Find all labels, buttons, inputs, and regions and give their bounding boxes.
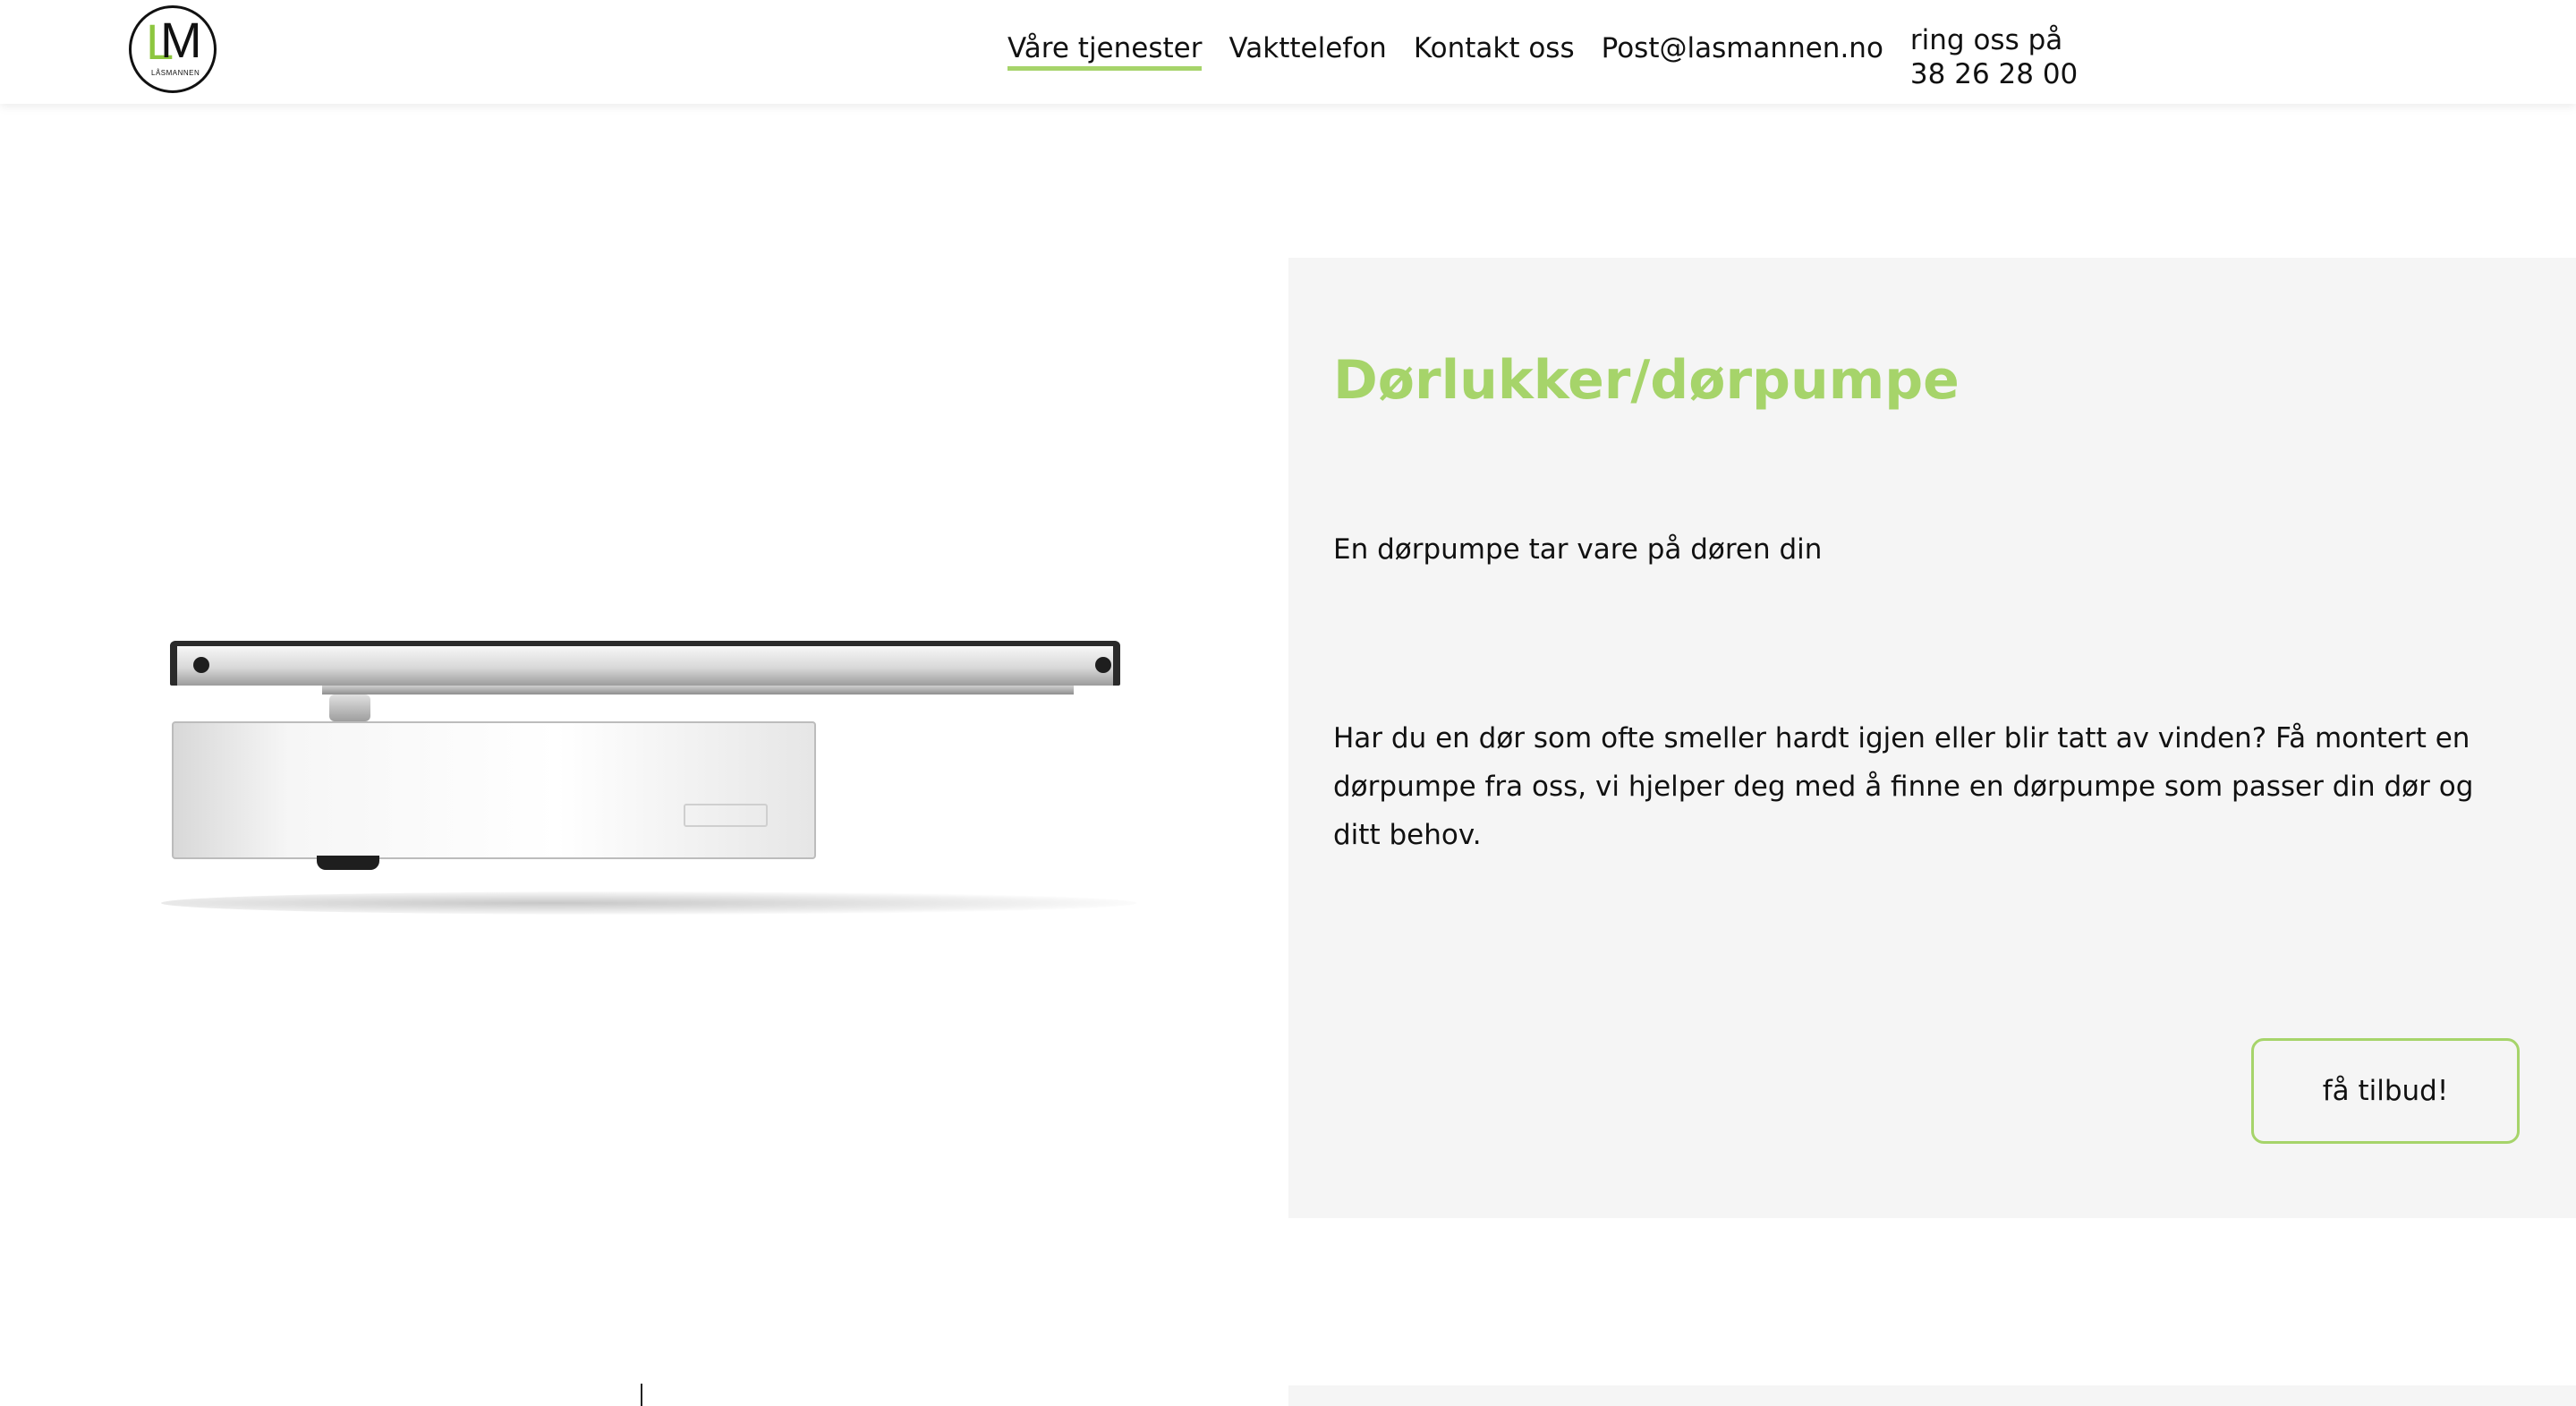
screw-right bbox=[1095, 657, 1111, 673]
closer-rail-underside bbox=[322, 686, 1074, 694]
phone-contact[interactable]: ring oss på 38 26 28 00 bbox=[1910, 18, 2078, 91]
phone-label: ring oss på bbox=[1909, 24, 2063, 56]
page-title: Dørlukker/dørpumpe bbox=[1333, 349, 1960, 412]
logo-subtext: LÅSMANNEN bbox=[151, 69, 200, 77]
closer-slide-rail bbox=[170, 641, 1120, 686]
closer-body bbox=[172, 721, 816, 859]
screw-left bbox=[193, 657, 209, 673]
service-info-panel: Dørlukker/dørpumpe En dørpumpe tar vare … bbox=[1288, 258, 2576, 1218]
main-navigation: Våre tjenester Vakttelefon Kontakt oss P… bbox=[1007, 24, 2104, 90]
closer-arm bbox=[329, 694, 370, 721]
nav-item-kontakt-oss[interactable]: Kontakt oss bbox=[1414, 27, 1575, 64]
logo-letter-m: M bbox=[160, 12, 202, 68]
closer-pinion bbox=[317, 856, 379, 870]
nav-item-email[interactable]: Post@lasmannen.no bbox=[1602, 27, 1883, 64]
nav-item-vakttelefon[interactable]: Vakttelefon bbox=[1228, 27, 1386, 64]
next-section-panel bbox=[1288, 1385, 2576, 1406]
phone-number: 38 26 28 00 bbox=[1909, 58, 2079, 90]
brand-plate bbox=[684, 804, 768, 827]
product-shadow bbox=[161, 891, 1136, 915]
lasmannen-logo[interactable]: L M LÅSMANNEN bbox=[129, 5, 217, 93]
service-intro: En dørpumpe tar vare på døren din bbox=[1333, 533, 1823, 566]
nav-item-vare-tjenester[interactable]: Våre tjenester bbox=[1007, 27, 1203, 71]
service-description: Har du en dør som ofte smeller hardt igj… bbox=[1333, 722, 2474, 851]
get-quote-button[interactable]: få tilbud! bbox=[2251, 1038, 2520, 1144]
door-closer-image bbox=[134, 618, 1136, 976]
divider-tick bbox=[641, 1384, 642, 1406]
site-header: L M LÅSMANNEN Våre tjenester Vakttelefon… bbox=[0, 0, 2576, 104]
